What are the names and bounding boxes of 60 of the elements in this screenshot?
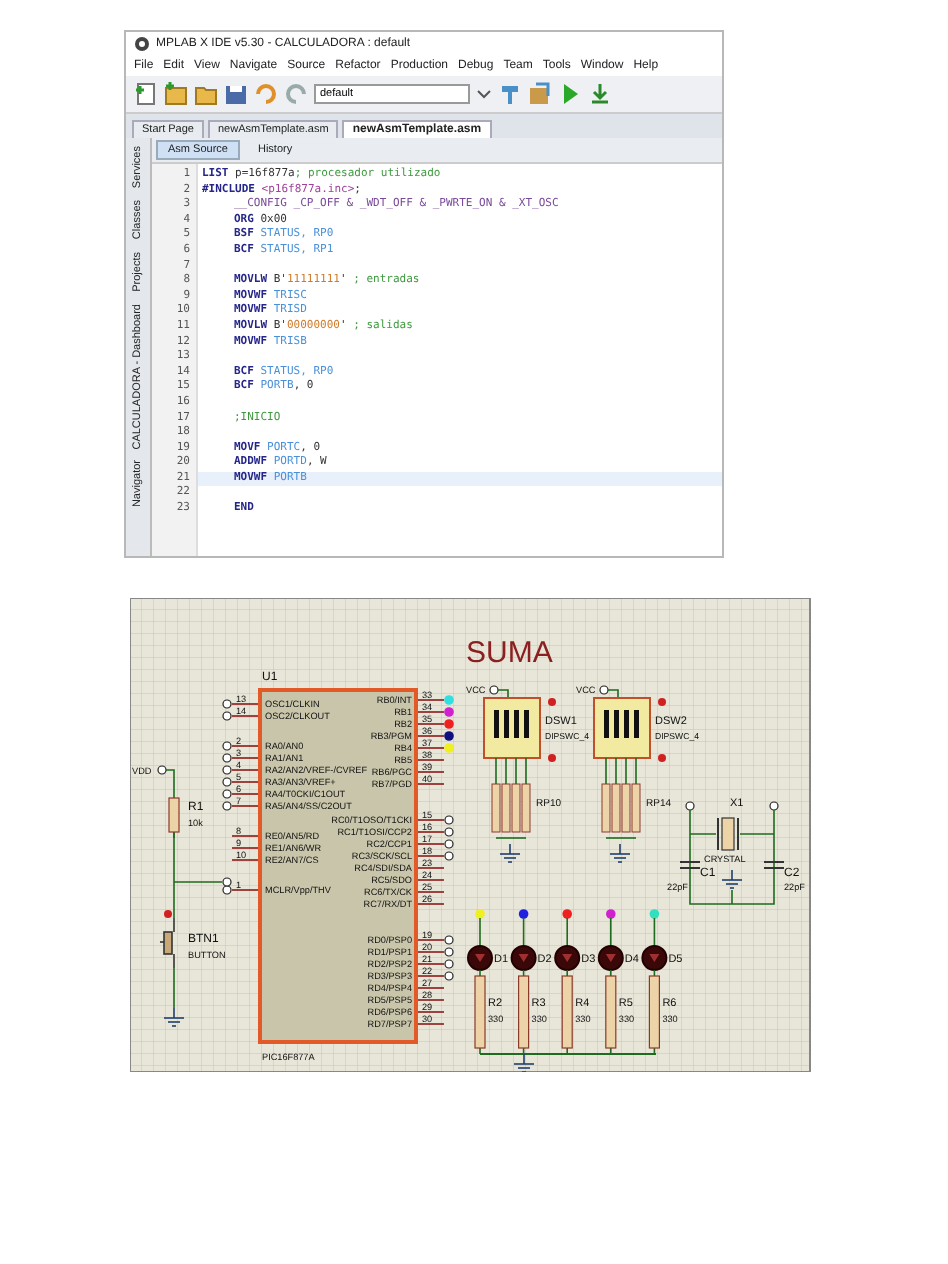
wire <box>605 757 637 785</box>
download-icon[interactable] <box>588 82 612 106</box>
switch-lever[interactable] <box>514 710 519 738</box>
probe-dot <box>658 698 666 706</box>
capacitor <box>763 861 785 869</box>
wire <box>479 917 481 947</box>
undo-icon[interactable] <box>254 82 278 106</box>
switch-lever[interactable] <box>504 710 509 738</box>
wire <box>497 689 509 699</box>
probe-dot <box>548 754 556 762</box>
ground-symbol <box>163 1007 185 1027</box>
terminal <box>769 801 779 811</box>
wire <box>495 757 527 785</box>
switch-lever[interactable] <box>494 710 499 738</box>
folder-icon[interactable] <box>194 82 218 106</box>
wire <box>689 809 775 905</box>
switch-lever[interactable] <box>604 710 609 738</box>
capacitor <box>679 861 701 869</box>
ground-symbol <box>499 843 521 863</box>
wire <box>653 917 656 947</box>
resistor <box>561 969 573 1055</box>
probe-dot <box>164 910 172 918</box>
switch-lever[interactable] <box>524 710 529 738</box>
ground-symbol <box>721 869 743 889</box>
resistor <box>168 791 180 839</box>
new-project-icon[interactable] <box>164 82 188 106</box>
switch-lever[interactable] <box>634 710 639 738</box>
resistor <box>518 969 530 1055</box>
led <box>597 945 624 971</box>
run-icon[interactable] <box>558 82 582 106</box>
new-file-icon[interactable] <box>134 82 158 106</box>
probe-dot <box>658 754 666 762</box>
hammer-icon[interactable] <box>498 82 522 106</box>
wire <box>522 917 525 947</box>
terminal <box>685 801 695 811</box>
save-icon[interactable] <box>224 82 248 106</box>
ground-symbol <box>609 843 631 863</box>
redo-icon[interactable] <box>284 82 308 106</box>
terminal <box>489 685 499 695</box>
wire <box>566 917 568 947</box>
wire <box>610 917 612 947</box>
terminal <box>599 685 609 695</box>
resistor <box>648 969 660 1055</box>
resistor <box>474 969 486 1055</box>
crystal <box>717 817 739 851</box>
resistor-network <box>491 783 531 839</box>
ground-symbol <box>513 1053 535 1072</box>
switch-lever[interactable] <box>624 710 629 738</box>
led <box>554 945 581 971</box>
probe-dot <box>548 698 556 706</box>
led <box>641 945 668 971</box>
schematic-title: SUMA <box>466 636 553 670</box>
resistor-network <box>601 783 641 839</box>
led <box>510 945 537 971</box>
dropdown-caret-icon[interactable] <box>476 86 492 102</box>
build-icon[interactable] <box>528 82 552 106</box>
resistor <box>605 969 617 1055</box>
switch-lever[interactable] <box>614 710 619 738</box>
terminal <box>157 765 167 775</box>
wire <box>607 689 619 699</box>
